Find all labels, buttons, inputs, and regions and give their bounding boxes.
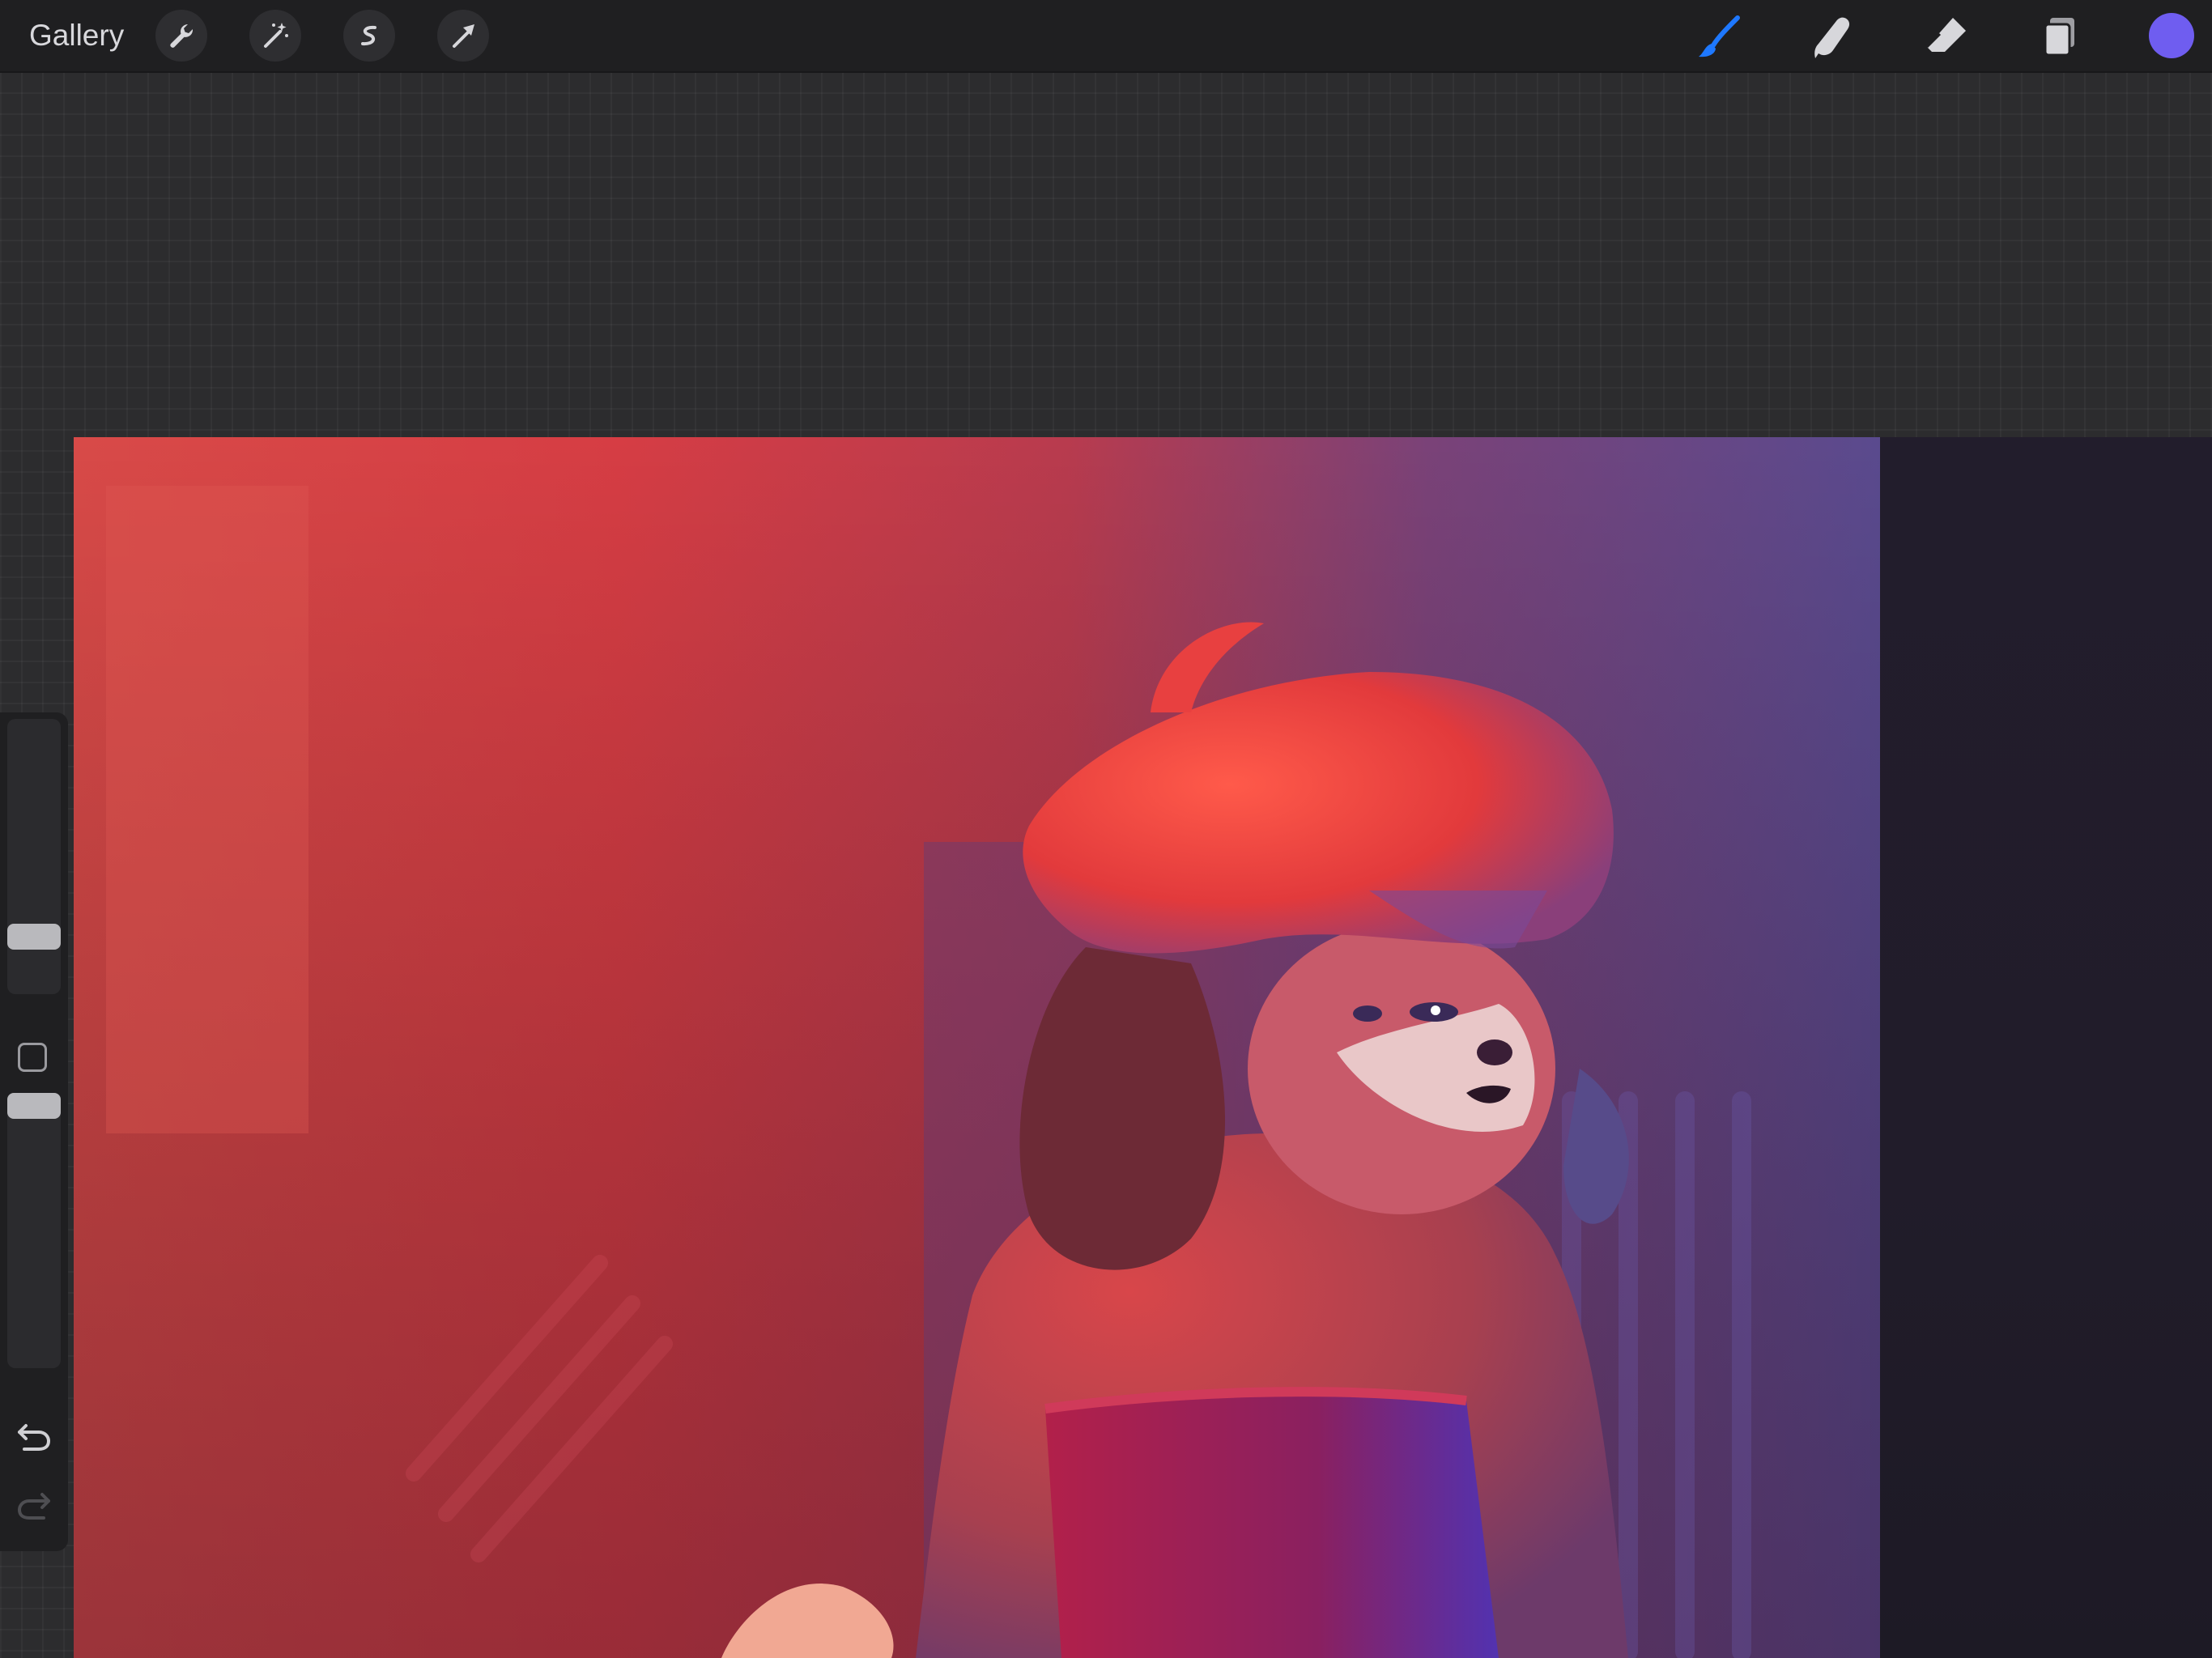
modify-button[interactable]: [18, 1043, 47, 1072]
wrench-icon: [170, 23, 194, 48]
gallery-button[interactable]: Gallery: [29, 16, 124, 55]
eraser-tool-button[interactable]: [1921, 11, 1972, 63]
eraser-icon: [1925, 18, 1966, 52]
brush-size-slider[interactable]: [7, 719, 61, 994]
arrow-cursor-icon: [453, 24, 474, 48]
left-sidebar: [0, 712, 68, 1551]
layers-button[interactable]: [2034, 11, 2086, 63]
brush-icon: [1699, 15, 1740, 57]
redo-icon: [17, 1493, 50, 1520]
undo-icon: [18, 1424, 51, 1451]
top-toolbar: Gallery: [0, 0, 2212, 73]
smudge-tool-button[interactable]: [1807, 11, 1859, 63]
layers-icon: [2044, 18, 2074, 57]
magic-wand-icon: [264, 23, 288, 48]
undo-button[interactable]: [15, 1421, 53, 1453]
brush-tool-button[interactable]: [1694, 11, 1746, 63]
actions-button[interactable]: [155, 10, 207, 62]
opacity-slider[interactable]: [7, 1093, 61, 1368]
redo-button[interactable]: [15, 1490, 53, 1522]
smudge-finger-icon: [1814, 17, 1850, 58]
brush-size-thumb[interactable]: [7, 923, 61, 950]
selection-button[interactable]: [343, 10, 395, 62]
artwork-image: [74, 437, 1880, 1658]
drawing-canvas[interactable]: [74, 437, 1880, 1658]
color-picker-button[interactable]: [2149, 13, 2194, 58]
selection-s-icon: [361, 25, 376, 46]
opacity-thumb[interactable]: [7, 1093, 61, 1119]
adjustments-button[interactable]: [249, 10, 301, 62]
transform-button[interactable]: [437, 10, 489, 62]
canvas-offscreen-area: [1880, 437, 2212, 1658]
